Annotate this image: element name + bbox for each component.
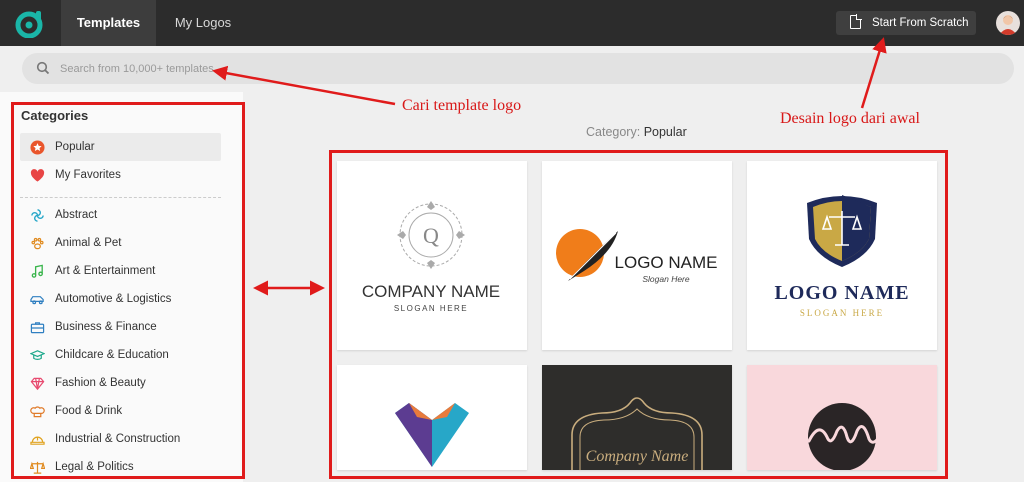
sidebar-item-art-entertainment[interactable]: Art & Entertainment <box>20 257 221 285</box>
tab-templates[interactable]: Templates <box>61 0 156 46</box>
heart-icon <box>30 169 45 182</box>
template-card[interactable]: Q COMPANY NAME SLOGAN HERE <box>337 161 527 350</box>
sidebar-item-label: Fashion & Beauty <box>55 377 146 389</box>
slogan-text: SLOGAN HERE <box>800 308 884 318</box>
star-icon <box>30 140 45 155</box>
template-preview: Q COMPANY NAME SLOGAN HERE <box>362 201 500 313</box>
template-preview: LOGO NAME Slogan Here <box>556 229 718 284</box>
company-name-text: COMPANY NAME <box>362 282 500 301</box>
template-preview: LOGO NAME SLOGAN HERE <box>774 195 909 318</box>
sidebar-item-label: Abstract <box>55 209 98 221</box>
start-from-scratch-button[interactable]: Start From Scratch <box>836 11 976 35</box>
sidebar-item-automotive-logistics[interactable]: Automotive & Logistics <box>20 285 221 313</box>
template-preview <box>395 403 469 467</box>
music-note-icon <box>31 264 43 278</box>
sidebar-item-legal-politics[interactable]: Legal & Politics <box>20 453 221 475</box>
sidebar-item-my-favorites[interactable]: My Favorites <box>20 161 221 189</box>
sidebar-item-label: Industrial & Construction <box>55 433 181 445</box>
sidebar-item-label: Art & Entertainment <box>55 265 156 277</box>
app-logo-icon[interactable] <box>15 8 45 38</box>
search-input[interactable] <box>60 57 660 80</box>
diamond-icon <box>30 377 45 391</box>
top-bar: Templates My Logos Start From Scratch <box>0 0 1024 46</box>
abstract-icon <box>31 209 44 222</box>
sidebar-item-label: Food & Drink <box>55 405 123 417</box>
template-preview: Company Name <box>571 397 703 470</box>
sidebar-item-childcare-education[interactable]: Childcare & Education <box>20 341 221 369</box>
car-icon <box>30 296 44 305</box>
category-name: Popular <box>643 125 687 139</box>
sidebar-item-food-drink[interactable]: Food & Drink <box>20 397 221 425</box>
categories-heading: Categories <box>21 108 89 123</box>
template-card[interactable] <box>337 365 527 470</box>
template-card[interactable]: Company Name <box>542 365 732 470</box>
search-annotation: Cari template logo <box>402 97 522 114</box>
template-card[interactable] <box>747 365 937 470</box>
paw-icon <box>31 237 44 250</box>
avatar[interactable] <box>996 11 1020 35</box>
start-from-scratch-label: Start From Scratch <box>872 17 969 29</box>
hard-hat-icon <box>30 436 45 445</box>
scratch-annotation: Desain logo dari awal <box>780 110 920 127</box>
logo-name-text: LOGO NAME <box>774 282 909 304</box>
sidebar-divider <box>20 197 221 198</box>
sidebar-item-business-finance[interactable]: Business & Finance <box>20 313 221 341</box>
sidebar-item-industrial-construction[interactable]: Industrial & Construction <box>20 425 221 453</box>
sidebar-item-label: Business & Finance <box>55 321 157 333</box>
sidebar-item-label: Automotive & Logistics <box>55 293 172 305</box>
document-icon <box>850 14 862 29</box>
sidebar-item-label: Popular <box>55 141 95 153</box>
category-prefix: Category: <box>586 125 641 139</box>
slogan-text: Slogan Here <box>642 274 690 284</box>
category-label: Category: Popular <box>586 125 687 139</box>
search-bar <box>22 53 1014 84</box>
template-card[interactable]: LOGO NAME Slogan Here <box>542 161 732 350</box>
graduation-cap-icon <box>30 350 45 360</box>
tab-my-logos[interactable]: My Logos <box>160 0 246 46</box>
sidebar-item-animal-pet[interactable]: Animal & Pet <box>20 229 221 257</box>
scales-icon <box>30 461 45 474</box>
sidebar-item-label: Legal & Politics <box>55 461 134 473</box>
sidebar-item-popular[interactable]: Popular <box>20 133 221 161</box>
template-preview <box>807 403 883 470</box>
logo-name-text: LOGO NAME <box>615 253 718 272</box>
template-card[interactable]: LOGO NAME SLOGAN HERE <box>747 161 937 350</box>
slogan-text: SLOGAN HERE <box>394 304 468 313</box>
sidebar-item-abstract[interactable]: Abstract <box>20 201 221 229</box>
sidebar-item-label: Childcare & Education <box>55 349 169 361</box>
monogram-text: Q <box>423 223 439 248</box>
chef-hat-icon <box>30 406 45 418</box>
sidebar-item-label: Animal & Pet <box>55 237 122 249</box>
sidebar-item-fashion-beauty[interactable]: Fashion & Beauty <box>20 369 221 397</box>
search-icon <box>36 61 50 75</box>
briefcase-icon <box>30 322 45 334</box>
sidebar-item-label: My Favorites <box>55 169 121 181</box>
script-name-text: Company Name <box>586 448 689 465</box>
